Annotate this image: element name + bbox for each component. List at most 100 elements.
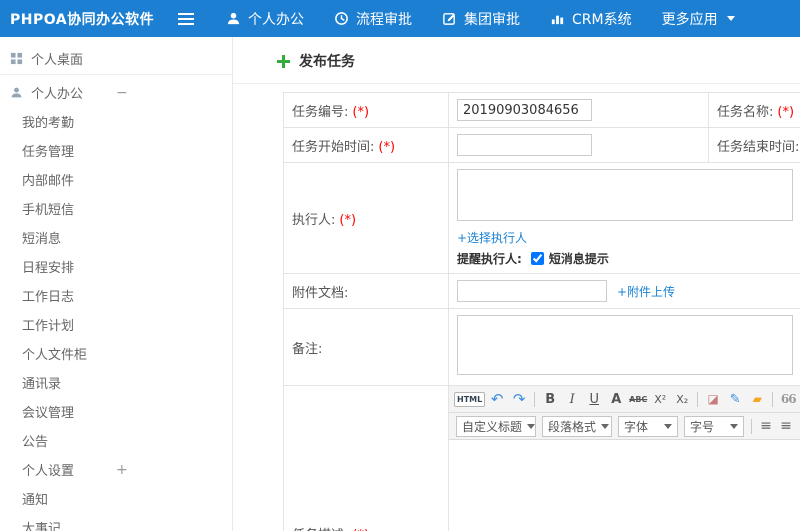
sidebar-item-label: 短消息	[22, 232, 62, 247]
executor-label: 执行人:	[292, 212, 336, 228]
toolbar-separator	[772, 391, 774, 407]
remind-executor-row: 提醒执行人: 短消息提示	[457, 250, 800, 267]
publish-task-form: 任务编号:(*) 任务名称:(*) 任务开始时间:(*)	[233, 84, 800, 531]
sidebar-item-work-plan[interactable]: 工作计划	[0, 310, 232, 339]
main-content: 发布任务 任务编号:(*) 任务名称:(*)	[233, 37, 800, 531]
sidebar-item-memorabilia[interactable]: 大事记	[0, 513, 232, 531]
nav-label: 流程审批	[356, 11, 412, 28]
subscript-button[interactable]: X₂	[672, 389, 692, 409]
strikethrough-button[interactable]: ABC	[628, 389, 648, 409]
font-size-select[interactable]: 字号	[684, 415, 744, 437]
align-center-button[interactable]	[776, 416, 796, 436]
align-left-button[interactable]	[756, 416, 776, 436]
sidebar-item-notice[interactable]: 通知	[0, 484, 232, 513]
sms-tip-checkbox[interactable]	[530, 252, 544, 265]
expand-icon[interactable]: +	[116, 462, 128, 478]
sidebar-item-label: 通知	[22, 493, 49, 508]
sidebar-item-label: 会议管理	[22, 406, 75, 421]
chevron-down-icon	[726, 16, 735, 21]
superscript-button[interactable]: X²	[650, 389, 670, 409]
sidebar-item-meeting-management[interactable]: 会议管理	[0, 397, 232, 426]
nav-crm-system[interactable]: CRM系统	[550, 9, 632, 29]
attachment-label: 附件文档:	[292, 285, 349, 301]
html-source-button[interactable]: HTML	[454, 391, 486, 407]
nav-personal-office[interactable]: 个人办公	[226, 9, 304, 29]
format-painter-button[interactable]: ✎	[725, 389, 745, 409]
sidebar-item-personal-settings[interactable]: 个人设置 +	[0, 455, 232, 484]
page-title: 发布任务	[299, 54, 355, 70]
required-mark: (*)	[777, 104, 795, 120]
underline-button[interactable]: U	[584, 389, 604, 409]
redo-button[interactable]: ↷	[509, 389, 529, 409]
sidebar-item-personal-file-cabinet[interactable]: 个人文件柜	[0, 339, 232, 368]
custom-title-select[interactable]: 自定义标题	[456, 415, 536, 437]
sidebar-item-label: 日程安排	[22, 261, 75, 276]
nav-more-apps[interactable]: 更多应用	[662, 9, 735, 29]
attachment-input[interactable]	[457, 280, 607, 302]
paragraph-format-select[interactable]: 段落格式	[542, 415, 612, 437]
sidebar-item-label: 公告	[22, 435, 49, 450]
description-label: 任务描述:	[292, 528, 348, 531]
choose-executor-link[interactable]: +选择执行人	[457, 231, 527, 245]
chevron-down-icon	[527, 423, 535, 429]
bold-button[interactable]: B	[540, 389, 560, 409]
row-executor: 执行人: (*) +选择执行人 提醒执行人: 短消息提示	[283, 162, 800, 274]
start-time-input[interactable]	[457, 134, 592, 156]
required-mark: (*)	[352, 528, 369, 531]
user-icon	[226, 11, 241, 26]
editor-content-area[interactable]	[449, 440, 800, 531]
editor-toolbar-row1: HTML ↶ ↷ B I U A ABC X² X₂ ◪ ✎ ▰ 66	[449, 386, 800, 413]
highlight-button[interactable]: ▰	[747, 389, 767, 409]
collapse-icon[interactable]: −	[116, 85, 128, 101]
select-label: 字体	[624, 419, 649, 434]
toolbar-separator	[697, 391, 699, 407]
page-title-bar: 发布任务	[233, 37, 800, 84]
nav-group-approval[interactable]: 集团审批	[442, 9, 520, 29]
blockquote-button[interactable]: 66	[778, 389, 798, 409]
toolbar-separator	[751, 418, 752, 434]
sidebar-item-label: 大事记	[22, 522, 62, 531]
task-number-label-cell: 任务编号: (*)	[283, 92, 449, 128]
start-time-label: 任务开始时间:	[292, 139, 375, 155]
editor-toolbar-row2: 自定义标题 段落格式 字体 字号	[449, 413, 800, 440]
sidebar-item-work-log[interactable]: 工作日志	[0, 281, 232, 310]
clock-icon	[334, 11, 349, 26]
nav-label: 更多应用	[661, 11, 718, 28]
font-button[interactable]: A	[606, 389, 626, 409]
top-header: PHPOA协同办公软件 个人办公 流程审批 集团审批 CRM系统 更多应用	[0, 0, 800, 37]
toolbar-separator	[534, 391, 536, 407]
sidebar-item-my-attendance[interactable]: 我的考勤	[0, 107, 232, 136]
required-mark: (*)	[352, 104, 370, 120]
sidebar-item-short-message[interactable]: 短消息	[0, 223, 232, 252]
sidebar-item-label: 内部邮件	[22, 174, 75, 189]
undo-button[interactable]: ↶	[487, 389, 507, 409]
sidebar-item-internal-mail[interactable]: 内部邮件	[0, 165, 232, 194]
row-remark: 备注:	[283, 308, 800, 386]
remark-textarea[interactable]	[457, 315, 793, 375]
nav-process-approval[interactable]: 流程审批	[334, 9, 412, 29]
remark-label: 备注:	[292, 341, 323, 357]
sidebar-item-label: 工作计划	[22, 319, 75, 334]
task-number-input[interactable]	[457, 99, 592, 121]
sidebar-item-contacts[interactable]: 通讯录	[0, 368, 232, 397]
end-time-label: 任务结束时间:	[717, 139, 800, 155]
sidebar-item-task-management[interactable]: 任务管理	[0, 136, 232, 165]
attachment-upload-link[interactable]: +附件上传	[617, 283, 675, 300]
remove-format-button[interactable]: ◪	[703, 389, 723, 409]
align-right-button[interactable]	[796, 416, 800, 436]
sidebar-item-label: 工作日志	[22, 290, 75, 305]
sidebar-item-announcement[interactable]: 公告	[0, 426, 232, 455]
sidebar-item-label: 个人办公	[31, 87, 84, 102]
user-icon	[10, 86, 23, 99]
italic-button[interactable]: I	[562, 389, 582, 409]
desktop-grid-icon	[10, 52, 23, 65]
executor-textarea[interactable]	[457, 169, 793, 221]
sidebar-item-personal-office[interactable]: 个人办公 −	[0, 78, 232, 107]
rich-text-editor: HTML ↶ ↷ B I U A ABC X² X₂ ◪ ✎ ▰ 66 自定义标…	[448, 385, 800, 531]
font-family-select[interactable]: 字体	[618, 415, 678, 437]
sidebar-item-schedule[interactable]: 日程安排	[0, 252, 232, 281]
sidebar-item-personal-desktop[interactable]: 个人桌面	[0, 42, 232, 75]
sidebar-item-mobile-sms[interactable]: 手机短信	[0, 194, 232, 223]
menu-toggle-icon[interactable]	[178, 10, 198, 28]
task-name-label: 任务名称:	[717, 104, 774, 120]
